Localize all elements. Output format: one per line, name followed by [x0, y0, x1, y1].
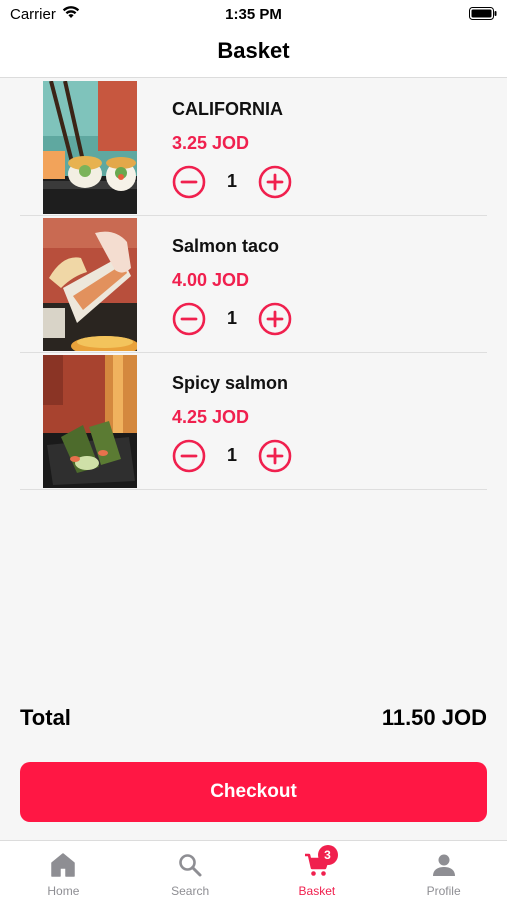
quantity-value: 1	[226, 171, 237, 191]
status-bar: Carrier 1:35 PM	[0, 0, 507, 28]
tab-label: Basket	[298, 884, 336, 898]
quantity-stepper: 1	[172, 165, 302, 199]
item-photo	[43, 81, 137, 214]
increase-quantity-button[interactable]	[258, 165, 292, 199]
total-amount: 11.50 JOD	[381, 705, 487, 730]
item-photo	[43, 355, 137, 488]
quantity-stepper: 1	[172, 302, 302, 336]
basket-item: CALIFORNIA 3.25 JOD 1	[20, 79, 487, 216]
cart-count-badge: 3	[317, 845, 338, 865]
tab-search[interactable]: Search	[127, 841, 254, 900]
tab-label: Home	[47, 884, 80, 898]
item-name: Salmon taco	[172, 236, 280, 256]
tab-bar: Home Search 3 Basket Profile	[0, 840, 507, 900]
tab-profile[interactable]: Profile	[380, 841, 507, 900]
checkout-button[interactable]: Checkout	[20, 762, 487, 822]
battery-icon	[469, 7, 497, 20]
quantity-stepper: 1	[172, 439, 302, 473]
clock: 1:35 PM	[225, 6, 282, 23]
tab-home[interactable]: Home	[0, 841, 127, 900]
item-name: Spicy salmon	[172, 373, 289, 393]
total-row: Total 11.50 JOD	[20, 703, 487, 737]
quantity-value: 1	[226, 308, 237, 328]
search-icon	[176, 851, 204, 879]
item-name: CALIFORNIA	[172, 99, 283, 119]
item-price: 4.25 JOD	[172, 407, 250, 427]
item-price: 4.00 JOD	[172, 270, 250, 290]
increase-quantity-button[interactable]	[258, 439, 292, 473]
total-label: Total	[20, 705, 71, 730]
increase-quantity-button[interactable]	[258, 302, 292, 336]
tab-label: Profile	[426, 884, 461, 898]
basket-list: CALIFORNIA 3.25 JOD 1 Salmon taco 4.00 J…	[0, 79, 507, 490]
decrease-quantity-button[interactable]	[172, 439, 206, 473]
quantity-value: 1	[226, 445, 237, 465]
page-title: Basket	[217, 38, 290, 63]
person-icon	[430, 851, 458, 879]
item-photo	[43, 218, 137, 351]
navigation-bar: Basket	[0, 28, 507, 78]
decrease-quantity-button[interactable]	[172, 302, 206, 336]
basket-item: Spicy salmon 4.25 JOD 1	[20, 353, 487, 490]
tab-label: Search	[171, 884, 210, 898]
tab-basket[interactable]: 3 Basket	[254, 841, 381, 900]
item-price: 3.25 JOD	[172, 133, 250, 153]
basket-item: Salmon taco 4.00 JOD 1	[20, 216, 487, 353]
decrease-quantity-button[interactable]	[172, 165, 206, 199]
home-icon	[49, 851, 77, 879]
